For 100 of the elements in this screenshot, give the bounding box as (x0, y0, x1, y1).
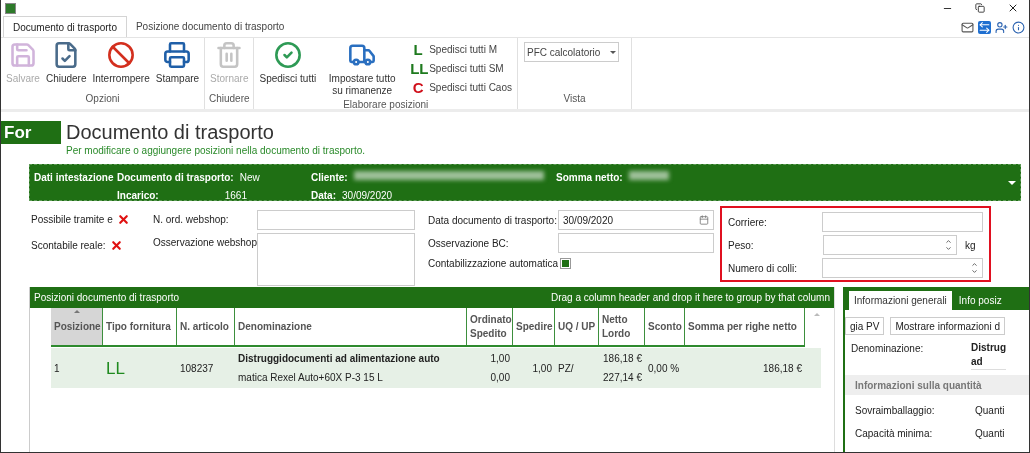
table-cell-text: 1,00 0,00 (489, 352, 511, 385)
field-label: Capacità minima: (855, 427, 934, 441)
ribbon-button[interactable]: Spedisci tutti (257, 41, 319, 97)
info-label: Somma netto: (556, 171, 623, 185)
input-field[interactable] (558, 233, 714, 253)
field-value: Distrug ad (971, 341, 1006, 370)
table-cell-text: 186,18 € (762, 361, 803, 376)
column-header[interactable]: Denominazione (235, 308, 467, 345)
ribbon-button[interactable]: Chiudere (43, 41, 89, 91)
stop-icon (107, 41, 136, 69)
page-subtitle: Per modificare o aggiungere posizioni nella documento di trasporto. (66, 144, 366, 158)
column-header[interactable]: Somma per righe netto (685, 308, 805, 345)
ribbon-small-button[interactable]: LLSpedisci tutti SM (410, 60, 512, 76)
spin-field[interactable] (823, 235, 957, 255)
info-label: Cliente: (311, 171, 348, 185)
field-label: Osservazione webshop: (153, 236, 257, 250)
sort-icon (74, 310, 80, 313)
info-value: 30/09/2020 (342, 189, 393, 203)
info-label: Documento di trasporto: (117, 171, 234, 185)
ribbon-tab[interactable]: Posizione documento di trasporto (126, 16, 294, 37)
column-header[interactable]: Posizione (51, 308, 103, 345)
unit-label: kg (965, 238, 976, 253)
view-dropdown[interactable]: PFC calcolatorio (524, 42, 619, 62)
section-header: Informazioni sulla quantità (845, 375, 1029, 395)
field-label: Numero di colli: (728, 261, 798, 276)
grid-title: Posizioni documento di trasporto (34, 291, 180, 305)
info-icon[interactable] (1012, 21, 1025, 34)
flag-label: Possibile tramite e (31, 213, 113, 227)
field-label: Peso: (728, 238, 755, 253)
field-label: Contabilizzazione automatica (428, 257, 559, 271)
column-header[interactable]: Tipo fornitura (103, 308, 177, 345)
dropdown-arrow-icon (610, 50, 616, 54)
field-label: Data documento di trasporto: (428, 213, 556, 228)
column-header[interactable]: Netto Lordo (599, 308, 645, 345)
trash-icon (215, 41, 244, 69)
expand-icon[interactable] (1008, 181, 1016, 185)
table-cell-text: 1 (53, 361, 61, 376)
ribbon-tab[interactable]: Documento di trasporto (3, 16, 127, 37)
field-label: Denominazione: (851, 342, 925, 356)
table-cell-text: 1,00 (531, 361, 553, 376)
info-bar-title: Dati intestazione (33, 171, 115, 185)
column-header[interactable]: Ordinato Spedito (467, 308, 513, 345)
panel-button[interactable]: Mostrare informazioni d (890, 317, 1005, 335)
group-label: Vista (562, 92, 587, 106)
restore-icon[interactable] (975, 3, 985, 13)
input-field[interactable] (822, 212, 983, 232)
table-cell-text: PZ/ (557, 361, 575, 376)
mail-icon[interactable] (961, 21, 974, 34)
button-label: Spedisci tutti M (429, 42, 497, 57)
panel-tab[interactable]: Informazioni generali (849, 291, 952, 310)
button-label: Spedisci tutti Caos (429, 80, 512, 95)
field-value: Quanti (975, 427, 1005, 441)
letter-icon: LL (410, 60, 427, 76)
save-icon (8, 41, 37, 69)
field-label: N. ord. webshop: (153, 213, 230, 227)
column-header[interactable]: UQ / UP (555, 308, 599, 345)
panel-button[interactable]: gia PV (845, 317, 885, 335)
column-header[interactable]: Sconto (645, 308, 685, 345)
table-cell-text: 0,00 % (647, 361, 681, 376)
table-cell-text: 186,18 € 227,14 € (602, 352, 643, 385)
input-field[interactable] (257, 210, 415, 230)
app-icon (5, 2, 16, 14)
close-icon[interactable] (1007, 2, 1019, 14)
field-label: Osservazione BC: (428, 236, 510, 251)
page-title: Documento di trasporto (66, 121, 275, 143)
flag-label: Scontabile reale: (31, 239, 106, 253)
letter-icon: C (410, 79, 427, 95)
spin-field[interactable] (822, 258, 983, 278)
printer-icon (163, 41, 192, 69)
group-hint: Drag a column header and drop it here to group by that column (550, 291, 830, 305)
info-value: New (239, 171, 260, 185)
group-label: Elaborare posizioni (342, 98, 430, 112)
info-label: Data: (311, 189, 336, 203)
ribbon-button[interactable]: Impostare tutto su rimanenze (320, 41, 405, 97)
column-header[interactable]: N. articolo (177, 308, 235, 345)
calendar-icon[interactable] (699, 215, 709, 225)
info-label: Incarico: (117, 189, 159, 203)
table-cell-text: 108237 (179, 361, 215, 376)
info-value: 1661 (224, 189, 247, 203)
group-label: Opzioni (84, 92, 121, 106)
date-field[interactable]: 30/09/2020 (558, 210, 714, 230)
table-cell-text: Distruggidocumenti ad alimentazione auto matica Rexel Auto+60X P-3 15 L (237, 352, 441, 385)
ribbon-small-button[interactable]: C Spedisci tutti Caos (410, 79, 512, 95)
ribbon-button[interactable]: Stampare (153, 41, 202, 91)
check-circle-icon (273, 41, 302, 69)
user-add-icon[interactable] (995, 21, 1008, 34)
column-header[interactable]: Spedire (513, 308, 555, 345)
table-row[interactable]: 1 LL 108237 Distruggidocumenti ad alimentazione auto matica Rexel Auto+60X P-3 15 L 1,00 0,00 1,00 PZ/ 186,18 € 227,14 € 0,00 % 186,18 € (51, 348, 821, 388)
letter-icon: L (410, 41, 427, 57)
group-label: Chiudere (208, 92, 251, 106)
badge: For (1, 121, 61, 144)
button-label: Spedisci tutti SM (429, 61, 504, 76)
remote-icon[interactable] (978, 21, 991, 34)
field-value: Quanti (975, 404, 1005, 418)
truck-icon (348, 41, 377, 69)
checkbox[interactable] (560, 258, 572, 269)
ribbon-small-button[interactable]: L Spedisci tutti M (410, 41, 512, 57)
panel-tab[interactable]: Info posiz (953, 291, 1007, 310)
ribbon-button[interactable]: Interrompere (90, 41, 152, 91)
table-cell-text: LL (105, 357, 126, 380)
